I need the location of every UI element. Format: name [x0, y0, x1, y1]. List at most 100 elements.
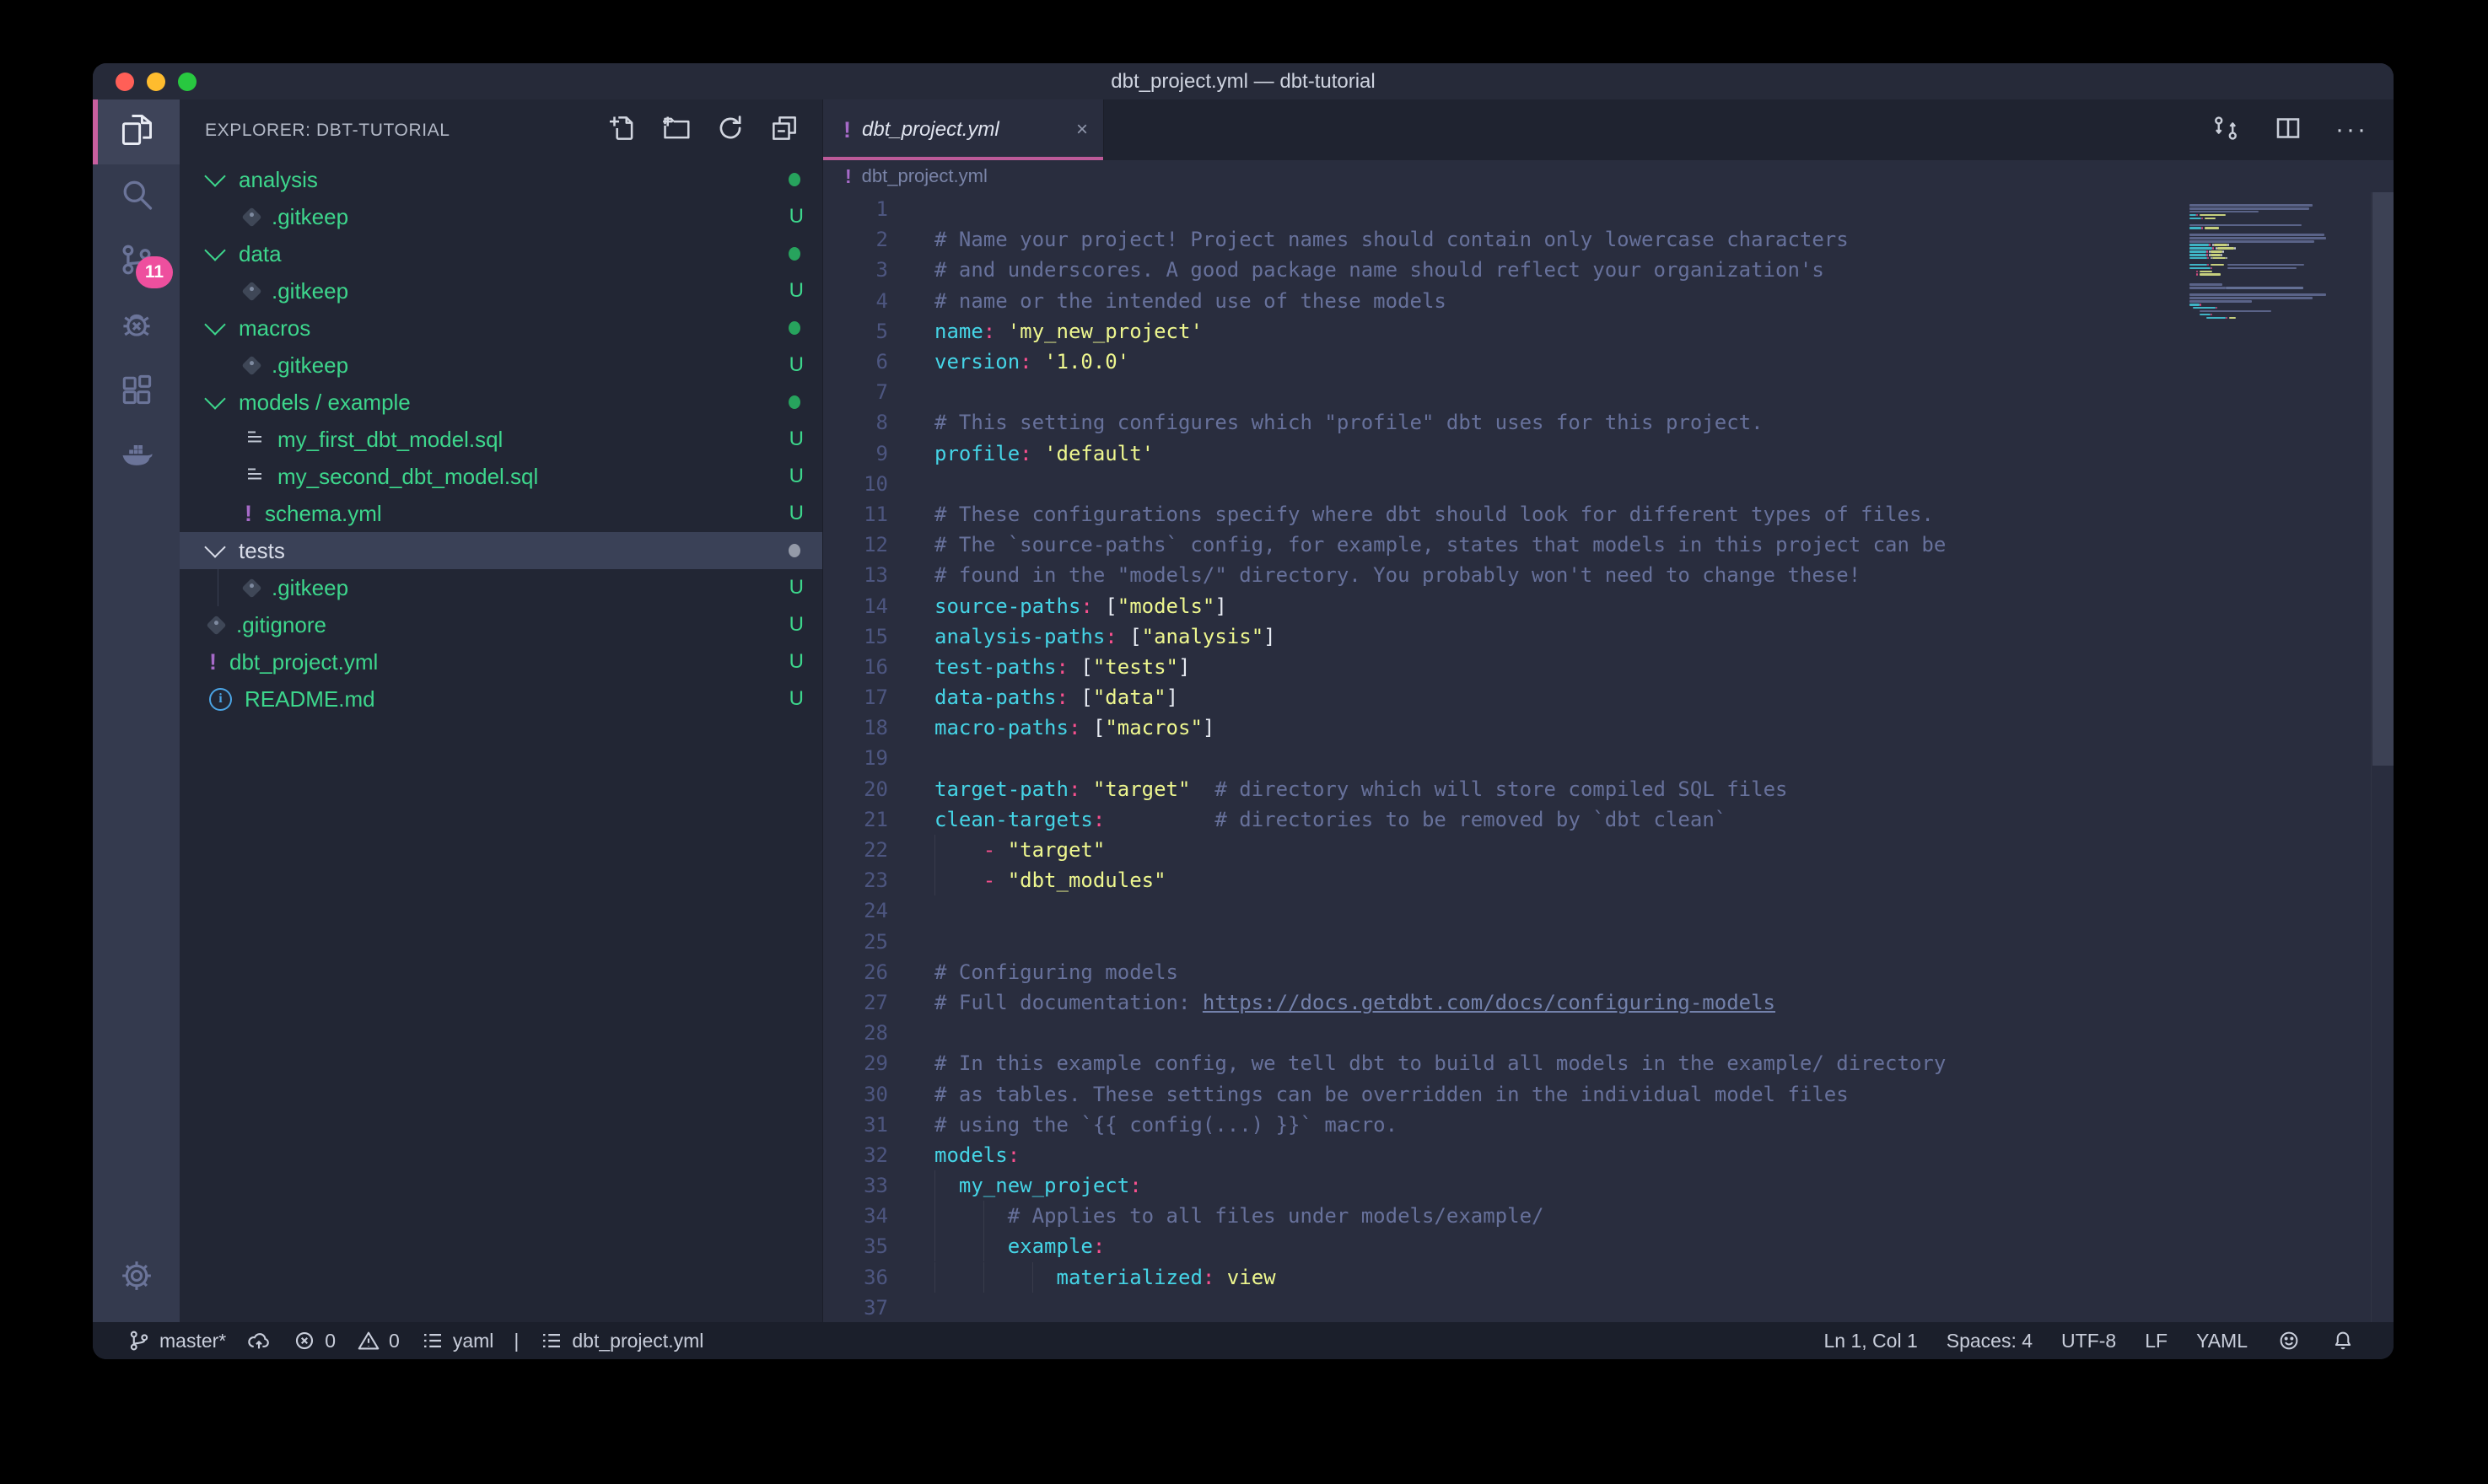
status-item-language-outline[interactable]: yaml — [410, 1328, 504, 1353]
status-item-sync-changes[interactable] — [236, 1328, 282, 1353]
code-line[interactable]: 22 - "target" — [823, 835, 2183, 865]
code-editor[interactable]: 12# Name your project! Project names sho… — [823, 192, 2394, 1322]
tree-item-label: README.md — [245, 686, 375, 712]
status-item-cursor-position[interactable]: Ln 1, Col 1 — [1810, 1330, 1932, 1352]
status-item-active-file-outline[interactable]: dbt_project.yml — [529, 1328, 714, 1353]
tree-item-data[interactable]: data — [180, 235, 822, 272]
activity-item-docker[interactable] — [93, 424, 180, 489]
code-line[interactable]: 34 # Applies to all files under models/e… — [823, 1201, 2183, 1231]
activity-item-settings[interactable] — [93, 1245, 180, 1310]
tree-item-my-first-dbt-model-sql[interactable]: my_first_dbt_model.sqlU — [180, 421, 822, 458]
code-line[interactable]: 33 my_new_project: — [823, 1170, 2183, 1201]
refresh-icon[interactable] — [714, 112, 746, 148]
code-text: # This setting configures which "profile… — [934, 411, 1764, 434]
more-actions-icon[interactable]: ··· — [2335, 116, 2368, 144]
code-line[interactable]: 32models: — [823, 1140, 2183, 1170]
status-item-notifications[interactable] — [2316, 1328, 2370, 1353]
code-line[interactable]: 23 - "dbt_modules" — [823, 865, 2183, 895]
zoom-window-button[interactable] — [178, 73, 197, 91]
code-line[interactable]: 11# These configurations specify where d… — [823, 499, 2183, 530]
code-line[interactable]: 31# using the `{{ config(...) }}` macro. — [823, 1110, 2183, 1140]
tree-item-readme-md[interactable]: iREADME.mdU — [180, 680, 822, 718]
tree-item-my-second-dbt-model-sql[interactable]: my_second_dbt_model.sqlU — [180, 458, 822, 495]
status-item-language-mode[interactable]: YAML — [2182, 1330, 2262, 1352]
activity-item-source-control[interactable]: 11 — [93, 229, 180, 294]
code-line[interactable]: 27# Full documentation: https://docs.get… — [823, 987, 2183, 1018]
git-untracked-badge: U — [789, 279, 804, 303]
code-line[interactable]: 3# and underscores. A good package name … — [823, 255, 2183, 285]
code-line[interactable]: 25 — [823, 927, 2183, 957]
code-line[interactable]: 35 example: — [823, 1231, 2183, 1261]
status-item-git-branch[interactable]: master* — [116, 1328, 236, 1353]
code-line[interactable]: 30# as tables. These settings can be ove… — [823, 1078, 2183, 1109]
code-line[interactable]: 29# In this example config, we tell dbt … — [823, 1048, 2183, 1078]
tree-item--gitkeep[interactable]: .gitkeepU — [180, 347, 822, 384]
activity-item-explorer[interactable] — [93, 99, 180, 164]
code-line[interactable]: 14source-paths: ["models"] — [823, 590, 2183, 621]
code-line[interactable]: 1 — [823, 194, 2183, 224]
tree-item--gitkeep[interactable]: .gitkeepU — [180, 569, 822, 606]
editor-scrollbar[interactable] — [2371, 192, 2394, 1322]
code-line[interactable]: 4# name or the intended use of these mod… — [823, 286, 2183, 316]
breadcrumb[interactable]: ! dbt_project.yml — [823, 160, 2394, 192]
status-item-feedback[interactable] — [2262, 1328, 2316, 1353]
activity-item-search[interactable] — [93, 164, 180, 229]
split-editor-icon[interactable] — [2273, 113, 2303, 148]
code-line[interactable]: 17data-paths: ["data"] — [823, 682, 2183, 712]
minimap-line — [2227, 264, 2305, 266]
code-line[interactable]: 8# This setting configures which "profil… — [823, 407, 2183, 438]
tree-item--gitkeep[interactable]: .gitkeepU — [180, 198, 822, 235]
tree-item-macros[interactable]: macros — [180, 309, 822, 347]
close-tab-icon[interactable]: × — [1076, 118, 1088, 142]
scrollbar-thumb[interactable] — [2372, 192, 2394, 766]
minimap-line — [2189, 250, 2206, 253]
minimap[interactable] — [2184, 201, 2372, 1322]
tree-item--gitkeep[interactable]: .gitkeepU — [180, 272, 822, 309]
status-item-encoding[interactable]: UTF-8 — [2047, 1330, 2130, 1352]
status-item-errors[interactable]: 0 — [282, 1328, 346, 1353]
code-line[interactable]: 37 — [823, 1293, 2183, 1322]
code-line[interactable]: 13# found in the "models/" directory. Yo… — [823, 560, 2183, 590]
code-line[interactable]: 12# The `source-paths` config, for examp… — [823, 530, 2183, 560]
tree-item-dbt-project-yml[interactable]: !dbt_project.ymlU — [180, 643, 822, 680]
code-line[interactable]: 10 — [823, 469, 2183, 499]
titlebar[interactable]: dbt_project.yml — dbt-tutorial — [93, 63, 2394, 99]
minimap-line — [2217, 247, 2234, 250]
tree-item--gitignore[interactable]: .gitignoreU — [180, 606, 822, 643]
tree-item-schema-yml[interactable]: !schema.ymlU — [180, 495, 822, 532]
activity-item-run-debug[interactable] — [93, 294, 180, 359]
tab-dbt-project-yml[interactable]: ! dbt_project.yml × — [823, 99, 1104, 160]
code-line[interactable]: 15analysis-paths: ["analysis"] — [823, 621, 2183, 652]
search-icon — [118, 176, 155, 218]
code-line[interactable]: 18macro-paths: ["macros"] — [823, 712, 2183, 743]
close-window-button[interactable] — [116, 73, 134, 91]
code-line[interactable]: 36 materialized: view — [823, 1262, 2183, 1293]
code-line[interactable]: 20target-path: "target" # directory whic… — [823, 774, 2183, 804]
code-line[interactable]: 6version: '1.0.0' — [823, 347, 2183, 377]
code-line[interactable]: 24 — [823, 895, 2183, 926]
code-line[interactable]: 5name: 'my_new_project' — [823, 316, 2183, 347]
code-line[interactable]: 9profile: 'default' — [823, 438, 2183, 469]
status-item-eol-sequence[interactable]: LF — [2130, 1330, 2182, 1352]
code-line[interactable]: 28 — [823, 1018, 2183, 1048]
minimap-line — [2227, 267, 2297, 270]
compare-changes-icon[interactable] — [2211, 113, 2241, 148]
tree-item-models-example[interactable]: models / example — [180, 384, 822, 421]
code-line[interactable]: 26# Configuring models — [823, 957, 2183, 987]
status-item-indentation[interactable]: Spaces: 4 — [1932, 1330, 2047, 1352]
code-line[interactable]: 7 — [823, 377, 2183, 407]
activity-item-extensions[interactable] — [93, 359, 180, 424]
new-folder-icon[interactable] — [660, 112, 692, 148]
tree-item-analysis[interactable]: analysis — [180, 161, 822, 198]
git-untracked-badge: U — [789, 502, 804, 525]
code-line[interactable]: 16test-paths: ["tests"] — [823, 652, 2183, 682]
tree-item-tests[interactable]: tests — [180, 532, 822, 569]
code-line[interactable]: 19 — [823, 743, 2183, 773]
code-line[interactable]: 2# Name your project! Project names shou… — [823, 224, 2183, 255]
minimize-window-button[interactable] — [147, 73, 165, 91]
code-line[interactable]: 21clean-targets: # directories to be rem… — [823, 804, 2183, 835]
status-item-warnings[interactable]: 0 — [346, 1328, 410, 1353]
collapse-all-icon[interactable] — [768, 112, 800, 148]
new-file-icon[interactable] — [606, 112, 638, 148]
git-status-dot — [789, 321, 800, 335]
